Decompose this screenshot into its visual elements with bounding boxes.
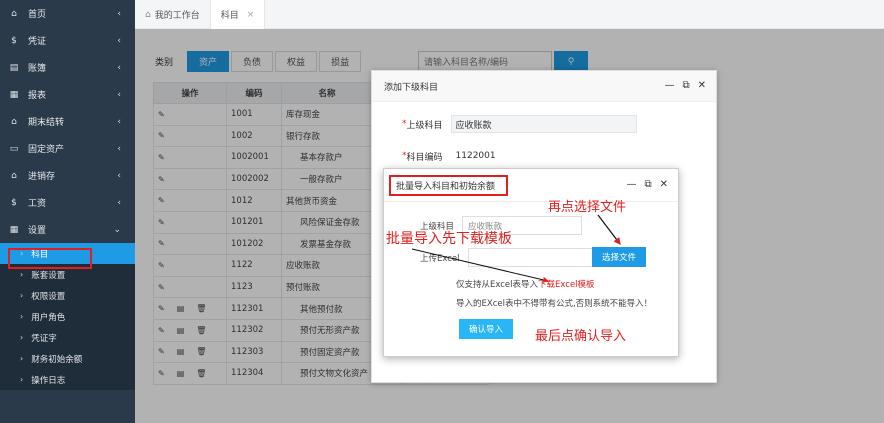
minimize-icon[interactable]: — bbox=[626, 179, 636, 190]
tab-bar: ⌂ 我的工作台 科目 × bbox=[135, 0, 884, 29]
sidebar-item-6[interactable]: ⌂ 进销存 ‹ bbox=[0, 162, 135, 189]
tab-workbench[interactable]: ⌂ 我的工作台 bbox=[135, 0, 211, 29]
annotation-choose-file: 再点选择文件 bbox=[548, 200, 627, 215]
sidebar-item-1[interactable]: $ 凭证 ‹ bbox=[0, 27, 135, 54]
annotation-highlight-subject bbox=[8, 248, 92, 269]
sidebar: ⌂ 首页 ‹ $ 凭证 ‹ ▤ 账簿 ‹ ▦ 报表 ‹ ⌂ 期末结转 ‹ ▭ 固定资产 ‹ ⌂ 进销存 ‹ $ 工资 ‹ ▦ 设置… bbox=[0, 0, 135, 423]
submenu-item-5[interactable]: › 财务初始余额 bbox=[0, 348, 135, 369]
close-icon[interactable]: ✕ bbox=[698, 80, 706, 91]
sidebar-item-0[interactable]: ⌂ 首页 ‹ bbox=[0, 0, 135, 27]
parent-subject-field[interactable]: 应收账款 bbox=[450, 115, 637, 133]
nav-icon: ⌂ bbox=[11, 116, 17, 127]
subject-code-row: * 科目编码 1122001 bbox=[402, 147, 637, 165]
sidebar-item-2[interactable]: ▤ 账簿 ‹ bbox=[0, 54, 135, 81]
sidebar-item-label: 进销存 bbox=[28, 172, 56, 182]
close-icon[interactable]: × bbox=[247, 10, 255, 20]
annotation-download-template: 批量导入先下载模板 bbox=[386, 231, 512, 247]
submenu-item-label: 用户角色 bbox=[31, 312, 66, 323]
chevron-icon: ⌄ bbox=[113, 224, 121, 235]
chevron-icon: ‹ bbox=[117, 35, 121, 46]
submenu-item-label: 账套设置 bbox=[31, 270, 66, 281]
sidebar-item-label: 设置 bbox=[28, 226, 47, 236]
sidebar-item-4[interactable]: ⌂ 期末结转 ‹ bbox=[0, 108, 135, 135]
submenu-item-2[interactable]: › 权限设置 bbox=[0, 285, 135, 306]
choose-file-button[interactable]: 选择文件 bbox=[592, 247, 646, 267]
caret-icon: › bbox=[20, 270, 24, 279]
submenu-item-3[interactable]: › 用户角色 bbox=[0, 306, 135, 327]
sidebar-item-label: 期末结转 bbox=[28, 118, 65, 128]
sidebar-item-label: 工资 bbox=[28, 199, 47, 209]
tab-subject-label: 科目 bbox=[220, 11, 239, 21]
chevron-icon: ‹ bbox=[117, 8, 121, 19]
download-template-link[interactable]: 下载Excel模板 bbox=[538, 278, 595, 290]
sidebar-item-8[interactable]: ▦ 设置 ⌄ bbox=[0, 216, 135, 243]
nav-icon: ⌂ bbox=[11, 170, 17, 181]
subject-code-label: 科目编码 bbox=[406, 152, 443, 163]
caret-icon: › bbox=[20, 333, 24, 342]
confirm-import-button[interactable]: 确认导入 bbox=[459, 319, 513, 339]
annotation-highlight-title bbox=[389, 175, 508, 196]
chevron-icon: ‹ bbox=[117, 170, 121, 181]
dialog-title: 添加下级科目 bbox=[384, 82, 439, 93]
close-icon[interactable]: ✕ bbox=[660, 179, 668, 190]
chevron-icon: ‹ bbox=[117, 62, 121, 73]
import-tip-text: 仅支持从Excel表导入 bbox=[456, 280, 539, 290]
submenu-item-label: 操作日志 bbox=[31, 375, 66, 386]
tab-workbench-label: 我的工作台 bbox=[154, 11, 200, 21]
sidebar-item-label: 首页 bbox=[28, 10, 47, 20]
nav-icon: ▭ bbox=[9, 143, 19, 154]
parent-subject-label: 上级科目 bbox=[406, 120, 443, 131]
batch-import-dialog: 批量导入科目和初始余额 — ⧉ ✕ 上级科目 应收账款 上传Excel 选择文件… bbox=[383, 168, 679, 357]
minimize-icon[interactable]: — bbox=[664, 80, 674, 91]
dialog-controls: — ⧉ ✕ bbox=[618, 179, 668, 190]
import-warning: 导入的EXcel表中不得带有公式,否则系统不能导入！ bbox=[456, 299, 653, 309]
chevron-icon: ‹ bbox=[117, 143, 121, 154]
nav-icon: ⌂ bbox=[11, 8, 17, 19]
submenu-item-label: 权限设置 bbox=[31, 291, 66, 302]
sidebar-item-3[interactable]: ▦ 报表 ‹ bbox=[0, 81, 135, 108]
sidebar-item-label: 账簿 bbox=[28, 64, 47, 74]
caret-icon: › bbox=[20, 291, 24, 300]
dialog-controls: — ⧉ ✕ bbox=[656, 80, 706, 91]
maximize-icon[interactable]: ⧉ bbox=[644, 179, 651, 190]
upload-file-field[interactable] bbox=[467, 248, 596, 267]
nav-icon: ▤ bbox=[9, 62, 19, 73]
tab-subject[interactable]: 科目 × bbox=[210, 0, 266, 29]
home-icon: ⌂ bbox=[145, 9, 151, 20]
caret-icon: › bbox=[20, 312, 24, 321]
chevron-icon: ‹ bbox=[117, 89, 121, 100]
nav-icon: $ bbox=[11, 35, 17, 46]
upload-label: 上传Excel bbox=[420, 253, 460, 264]
submenu-item-6[interactable]: › 操作日志 bbox=[0, 369, 135, 390]
parent-subject-row: * 上级科目 应收账款 bbox=[402, 115, 637, 133]
caret-icon: › bbox=[20, 375, 24, 384]
maximize-icon[interactable]: ⧉ bbox=[682, 80, 689, 91]
sidebar-item-label: 固定资产 bbox=[28, 145, 65, 155]
sidebar-item-7[interactable]: $ 工资 ‹ bbox=[0, 189, 135, 216]
submenu-item-4[interactable]: › 凭证字 bbox=[0, 327, 135, 348]
nav-icon: $ bbox=[11, 197, 17, 208]
import-tip: 仅支持从Excel表导入 下载Excel模板 bbox=[456, 278, 595, 290]
submenu-item-label: 凭证字 bbox=[31, 333, 57, 344]
upload-row: 上传Excel bbox=[420, 248, 596, 267]
annotation-confirm-import: 最后点确认导入 bbox=[535, 329, 627, 344]
sidebar-item-5[interactable]: ▭ 固定资产 ‹ bbox=[0, 135, 135, 162]
submenu-item-label: 财务初始余额 bbox=[31, 354, 83, 365]
caret-icon: › bbox=[20, 354, 24, 363]
subject-code-field[interactable]: 1122001 bbox=[450, 147, 637, 165]
chevron-icon: ‹ bbox=[117, 116, 121, 127]
nav-icon: ▦ bbox=[9, 89, 19, 100]
sidebar-item-label: 报表 bbox=[28, 91, 47, 101]
chevron-icon: ‹ bbox=[117, 197, 121, 208]
nav-icon: ▦ bbox=[9, 224, 19, 235]
sidebar-item-label: 凭证 bbox=[28, 37, 47, 47]
sidebar-nav: ⌂ 首页 ‹ $ 凭证 ‹ ▤ 账簿 ‹ ▦ 报表 ‹ ⌂ 期末结转 ‹ ▭ 固定资产 ‹ ⌂ 进销存 ‹ $ 工资 ‹ ▦ 设置… bbox=[0, 0, 135, 243]
